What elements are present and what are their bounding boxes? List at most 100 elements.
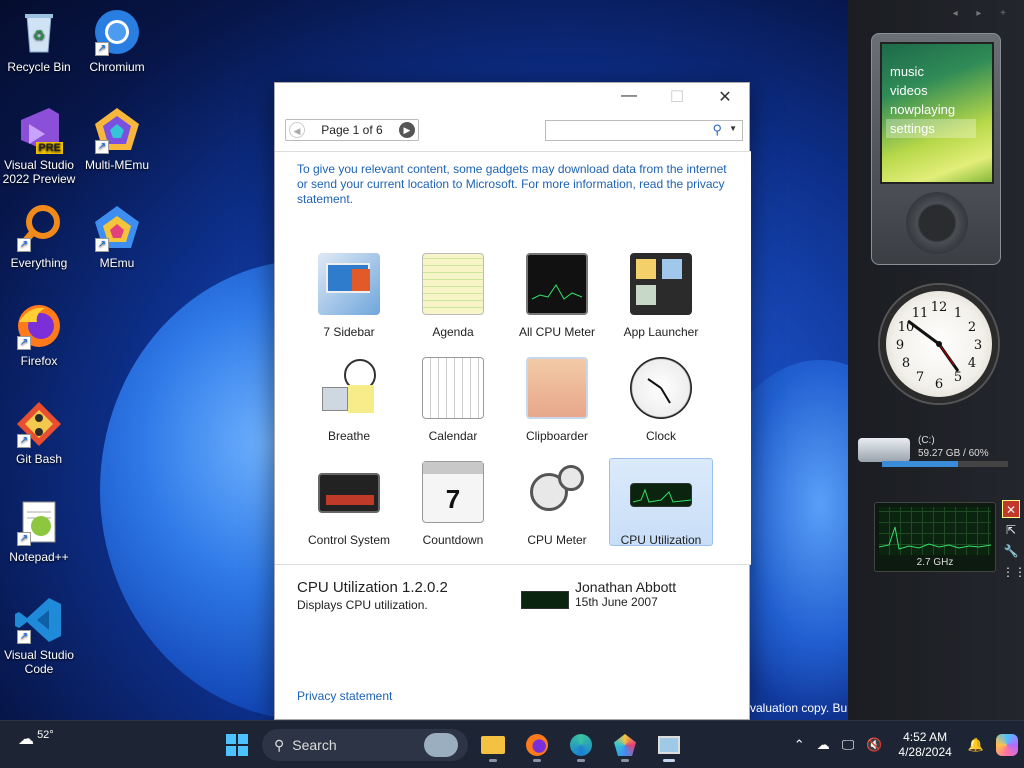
prev-page-icon[interactable]: ◀ xyxy=(289,122,305,138)
volume-muted-icon[interactable]: 🔇 xyxy=(866,737,882,753)
zune-click-wheel[interactable] xyxy=(906,192,968,254)
svg-text:12: 12 xyxy=(931,300,948,315)
shortcut-arrow-icon: ↗ xyxy=(17,434,31,448)
privacy-notice[interactable]: To give you relevant content, some gadge… xyxy=(297,162,727,207)
taskbar-gadgets-app[interactable] xyxy=(650,727,688,763)
gadget-tile-all-cpu-meter[interactable]: All CPU Meter xyxy=(505,250,609,339)
search-highlight-fish-icon xyxy=(424,733,458,757)
gadget-tile-cpu-meter[interactable]: CPU Meter xyxy=(505,458,609,547)
zune-gadget[interactable]: music videos nowplaying settings xyxy=(871,33,1001,265)
svg-text:3: 3 xyxy=(974,338,982,353)
all-cpu-meter-icon xyxy=(526,253,588,315)
start-button[interactable] xyxy=(218,727,256,763)
shortcut-arrow-icon: ↗ xyxy=(95,42,109,56)
desktop-icon-label: MEmu xyxy=(99,256,135,270)
desktop-icon-recycle-bin[interactable]: ♻ Recycle Bin xyxy=(0,8,78,74)
desktop-icon-git-bash[interactable]: ↗ Git Bash xyxy=(0,400,78,466)
taskbar-firefox[interactable] xyxy=(518,727,556,763)
network-icon[interactable]: 🖵 xyxy=(842,737,855,753)
chromium-icon: ↗ xyxy=(93,8,141,56)
gadget-drag-grip-icon[interactable]: ⋮⋮ xyxy=(1002,563,1024,581)
edge-icon xyxy=(570,734,592,756)
drive-usage-bar xyxy=(882,461,1008,467)
chevron-down-icon[interactable]: ▼ xyxy=(729,124,737,133)
zune-menu-settings[interactable]: settings xyxy=(886,119,976,138)
privacy-statement-link[interactable]: Privacy statement xyxy=(297,689,392,703)
gadget-tile-clock[interactable]: Clock xyxy=(609,354,713,443)
gadget-options-wrench-icon[interactable]: 🔧 xyxy=(1002,542,1020,560)
analog-clock-gadget[interactable]: 12 1 2 345 678 9 10 11 xyxy=(880,285,998,403)
taskbar-search[interactable]: ⚲ Search xyxy=(262,729,468,761)
folder-icon xyxy=(481,736,505,754)
svg-text:5: 5 xyxy=(954,370,962,385)
gadget-tile-app-launcher[interactable]: App Launcher xyxy=(609,250,713,339)
app-launcher-icon xyxy=(630,253,692,315)
gadget-tile-clipboarder[interactable]: Clipboarder xyxy=(505,354,609,443)
desktop-icon-label: Firefox xyxy=(20,354,58,368)
drive-meter-gadget[interactable]: (C:) 59.27 GB / 60% xyxy=(858,430,1014,472)
desktop-icon-label: Git Bash xyxy=(15,452,63,466)
gadget-search-input[interactable]: ⚲ ▼ xyxy=(545,120,743,141)
gadget-name: Countdown xyxy=(422,533,484,547)
gadget-name: Clipboarder xyxy=(525,429,589,443)
everything-search-icon: ↗ xyxy=(15,204,63,252)
cpu-meter-icon xyxy=(526,461,588,523)
gadget-tile-breathe[interactable]: Breathe xyxy=(297,354,401,443)
zune-menu-music[interactable]: music xyxy=(890,62,976,81)
cpu-graph-line xyxy=(878,526,992,550)
search-icon[interactable]: ⚲ xyxy=(712,122,722,138)
weather-widget[interactable]: ☁ 52° xyxy=(18,729,54,749)
gadget-close-icon[interactable]: ✕ xyxy=(1002,500,1020,518)
gadget-tile-calendar[interactable]: Calendar xyxy=(401,354,505,443)
gadget-name: Calendar xyxy=(428,429,478,443)
taskbar-clock[interactable]: 4:52 AM 4/28/2024 xyxy=(898,730,951,760)
multi-memu-icon: ↗ xyxy=(93,106,141,154)
maximize-icon[interactable]: ☐ xyxy=(667,87,687,107)
desktop-icon-visual-studio-preview[interactable]: PRE Visual Studio 2022 Preview xyxy=(0,106,78,186)
notification-bell-icon[interactable]: 🔔 xyxy=(968,737,984,753)
desktop-icon-label: Visual Studio Code xyxy=(4,648,74,676)
page-navigator: ◀ Page 1 of 6 ▶ xyxy=(285,119,419,141)
cpu-graph xyxy=(878,507,992,555)
gadget-tile-7-sidebar[interactable]: 7 Sidebar xyxy=(297,250,401,339)
desktop-icon-notepad-plus-plus[interactable]: ↗ Notepad++ xyxy=(0,498,78,564)
memu-icon: ↗ xyxy=(93,204,141,252)
zune-menu-videos[interactable]: videos xyxy=(890,81,976,100)
taskbar-apps: ⚲ Search xyxy=(218,727,688,763)
gadget-name: All CPU Meter xyxy=(518,325,595,339)
taskbar-edge[interactable] xyxy=(562,727,600,763)
gadget-gallery: To give you relevant content, some gadge… xyxy=(275,151,751,565)
sidebar-nav-arrows[interactable]: ◂ ▸ + xyxy=(953,8,1014,19)
system-tray: ⌃ ☁ 🖵 🔇 4:52 AM 4/28/2024 🔔 xyxy=(788,721,1024,768)
chevron-up-icon[interactable]: ⌃ xyxy=(794,737,805,753)
evaluation-watermark: valuation copy. Bu xyxy=(750,701,848,715)
zune-menu-nowplaying[interactable]: nowplaying xyxy=(890,100,976,119)
taskbar-file-explorer[interactable] xyxy=(474,727,512,763)
gadget-tile-cpu-utilization[interactable]: CPU Utilization xyxy=(609,458,713,547)
desktop-icon-chromium[interactable]: ↗ Chromium xyxy=(78,8,156,74)
next-page-icon[interactable]: ▶ xyxy=(398,122,415,138)
gadget-detail-author: Jonathan Abbott xyxy=(575,579,677,595)
onedrive-offline-icon[interactable]: ☁ xyxy=(817,737,830,753)
desktop-icon-everything[interactable]: ↗ Everything xyxy=(0,204,78,270)
copilot-preview-icon[interactable] xyxy=(996,734,1018,756)
desktop-icon-vscode[interactable]: ↗ Visual Studio Code xyxy=(0,596,78,676)
gadget-tile-agenda[interactable]: Agenda xyxy=(401,250,505,339)
gadget-toolbar: ✕ ⇱ 🔧 ⋮⋮ xyxy=(1002,500,1024,584)
cpu-utilization-gadget[interactable]: 2.7 GHz xyxy=(874,502,996,572)
clipboarder-icon xyxy=(526,357,588,419)
desktop-icon-label: Multi-MEmu xyxy=(84,158,149,172)
shortcut-arrow-icon: ↗ xyxy=(17,238,31,252)
gadget-resize-icon[interactable]: ⇱ xyxy=(1002,521,1020,539)
notepad-plus-plus-icon: ↗ xyxy=(15,498,63,546)
desktop-icon-multi-memu[interactable]: ↗ Multi-MEmu xyxy=(78,106,156,172)
gadget-tile-control-system[interactable]: Control System xyxy=(297,458,401,547)
desktop-icon-memu[interactable]: ↗ MEmu xyxy=(78,204,156,270)
close-icon[interactable]: ✕ xyxy=(715,87,735,107)
gadget-detail-description: Displays CPU utilization. xyxy=(297,598,428,612)
desktop-icon-firefox[interactable]: ↗ Firefox xyxy=(0,302,78,368)
minimize-icon[interactable]: — xyxy=(619,87,639,107)
gadget-tile-countdown[interactable]: 7 Countdown xyxy=(401,458,505,547)
drive-usage-fill xyxy=(882,461,958,467)
taskbar-memu[interactable] xyxy=(606,727,644,763)
